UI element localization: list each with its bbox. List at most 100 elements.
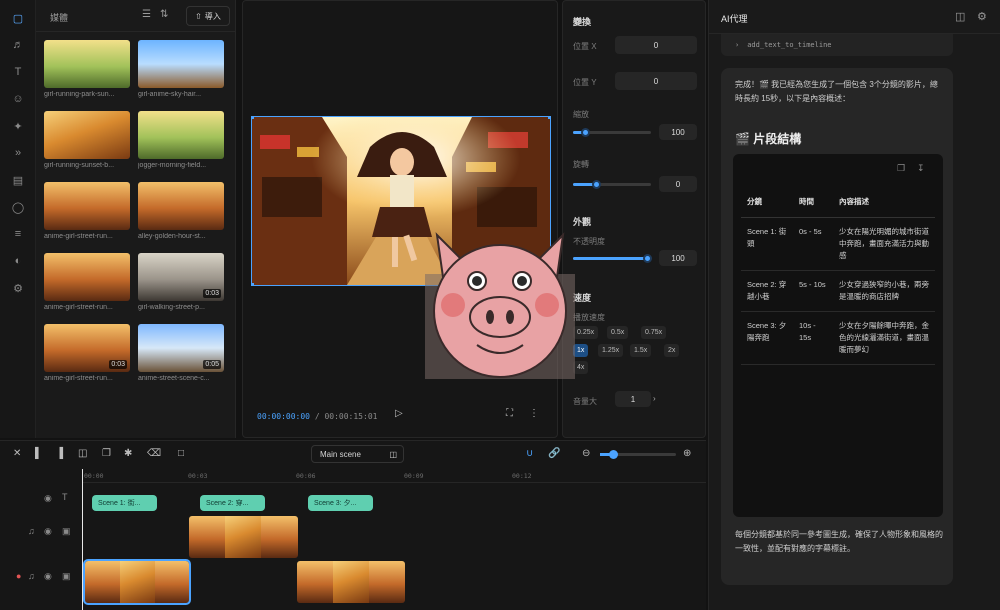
properties-panel: 變換 位置 X 0 位置 Y 0 縮放 100 旋轉 0 外觀 不透明度 100… <box>562 0 706 438</box>
speed-option[interactable]: 0.25x <box>573 326 599 339</box>
chevron-right-icon[interactable]: › <box>653 394 656 403</box>
media-thumbnail <box>44 111 130 159</box>
download-icon[interactable]: ↧ <box>917 163 925 174</box>
import-button[interactable]: ⇧ 導入 <box>186 6 230 26</box>
agent-header: AI代理 ◫ ⚙ <box>709 0 1000 34</box>
settings-icon[interactable]: ⚙ <box>9 279 27 297</box>
media-tile[interactable]: alley-golden-hour-st... <box>138 182 224 240</box>
folder-icon[interactable]: ▢ <box>9 9 27 27</box>
opacity-input[interactable]: 100 <box>659 250 697 266</box>
sort-icon[interactable]: ⇅ <box>160 9 168 20</box>
eye-icon[interactable]: ◉ <box>44 571 52 582</box>
mute-icon[interactable]: ♫ <box>28 526 35 536</box>
pos-y-input[interactable]: 0 <box>615 72 697 90</box>
tool-call-row[interactable]: › add_text_to_timeline <box>721 34 953 56</box>
speed-option[interactable]: 0.5x <box>607 326 629 339</box>
bookmark-icon[interactable]: □ <box>178 448 184 459</box>
text-icon[interactable]: T <box>9 63 27 81</box>
effects-icon[interactable]: ✦ <box>9 117 27 135</box>
close-icon[interactable]: ✕ <box>13 448 21 459</box>
media-filename: girl-running-sunset-b... <box>44 162 115 169</box>
zoom-slider[interactable] <box>600 450 676 459</box>
media-tile[interactable]: anime-girl-street-run... <box>44 253 130 311</box>
lock-icon[interactable]: ▣ <box>62 526 71 537</box>
agent-title: AI代理 <box>721 14 748 24</box>
split-right-icon[interactable]: ▐ <box>56 448 63 459</box>
rotate-input[interactable]: 0 <box>659 176 697 192</box>
opacity-slider[interactable] <box>573 254 653 263</box>
speed-option[interactable]: 0.75x <box>641 326 667 339</box>
adjust-icon[interactable]: ≡ <box>9 225 27 243</box>
delete-icon[interactable]: ⌫ <box>147 448 161 459</box>
lock-icon[interactable]: ▣ <box>62 571 71 582</box>
media-tile[interactable]: 0:03 anime-girl-street-run... <box>44 324 130 382</box>
gear-icon[interactable]: ⚙ <box>977 10 987 23</box>
scale-input[interactable]: 100 <box>659 124 697 140</box>
fullscreen-icon[interactable]: ⛶ <box>506 408 513 419</box>
speed-option[interactable]: 1.5x <box>630 344 652 357</box>
playhead[interactable] <box>82 469 83 610</box>
resize-handle[interactable] <box>252 283 254 285</box>
duration-badge: 0:03 <box>203 289 221 298</box>
transition-icon[interactable]: » <box>9 144 27 162</box>
sticker-icon[interactable]: ☺ <box>9 90 27 108</box>
mute-icon[interactable]: ♫ <box>28 571 35 581</box>
duration-badge: 0:03 <box>109 360 127 369</box>
copy-icon[interactable]: ❐ <box>897 163 905 174</box>
media-tile[interactable]: jogger-morning-field... <box>138 111 224 169</box>
history-icon[interactable]: ◫ <box>955 10 965 23</box>
video-clip[interactable] <box>297 561 405 603</box>
ai-agent-panel: AI代理 ◫ ⚙ › add_text_to_timeline 完成！🎬 我已經… <box>708 0 1000 610</box>
audio-icon[interactable]: ♬ <box>9 36 27 54</box>
zoom-in-icon[interactable]: ⊕ <box>683 448 691 459</box>
speed-option[interactable]: 2x <box>664 344 680 357</box>
media-tile[interactable]: 0:05 anime-street-scene-c... <box>138 324 224 382</box>
pos-x-input[interactable]: 0 <box>615 36 697 54</box>
media-tile[interactable]: girl-running-park-sun... <box>44 40 130 98</box>
media-thumbnail: 0:05 <box>138 324 224 372</box>
timeline-panel: ✕ ▌ ▐ ◫ ❐ ✱ ⌫ □ Main scene ◫ ∪ 🔗 ⊖ ⊕ 00:… <box>0 440 706 610</box>
media-tile[interactable]: 0:03 girl-walking-street-p... <box>138 253 224 311</box>
play-icon[interactable]: ▷ <box>395 408 403 419</box>
video-editor-app: ▢ ♬ T ☺ ✦ » ▤ ◯ ≡ ◐ ⚙ 媒體 ☰ ⇅ ⇧ 導入 girl-r… <box>0 0 1000 610</box>
split-icon[interactable]: ◫ <box>78 448 87 459</box>
template-icon[interactable]: ◐ <box>9 252 27 270</box>
scene-table: 分鏡 時間 內容描述 Scene 1: 街頭 0s - 5s 少女在陽光明媚的城… <box>741 184 935 365</box>
caption-icon[interactable]: ▤ <box>9 171 27 189</box>
media-filename: alley-golden-hour-st... <box>138 233 206 240</box>
media-filename: anime-girl-street-run... <box>44 233 113 240</box>
scale-slider[interactable] <box>573 128 651 137</box>
list-view-icon[interactable]: ☰ <box>142 9 151 20</box>
rotate-slider[interactable] <box>573 180 651 189</box>
video-clip[interactable] <box>189 516 298 558</box>
filter-icon[interactable]: ◯ <box>9 198 27 216</box>
duplicate-icon[interactable]: ❐ <box>102 448 111 459</box>
media-tile[interactable]: girl-running-sunset-b... <box>44 111 130 169</box>
split-left-icon[interactable]: ▌ <box>35 448 42 459</box>
scene-selector[interactable]: Main scene ◫ <box>311 445 404 463</box>
speed-option[interactable]: 1.25x <box>598 344 624 357</box>
media-header: 媒體 ☰ ⇅ ⇧ 導入 <box>36 0 236 32</box>
chevron-right-icon: › <box>735 41 740 49</box>
resize-handle[interactable] <box>548 117 550 119</box>
media-tile[interactable]: girl-anime-sky-hair... <box>138 40 224 98</box>
agent-message: 完成！🎬 我已經為您生成了一個包含 3个分鏡的影片，總時長約 15秒，以下是內容… <box>721 68 953 585</box>
subtitle-clip[interactable]: Scene 2: 穿... <box>200 495 265 511</box>
media-tile[interactable]: anime-girl-street-run... <box>44 182 130 240</box>
more-icon[interactable]: ⋮ <box>529 408 539 419</box>
speed-option[interactable]: 1x <box>573 344 589 357</box>
magnet-icon[interactable]: ∪ <box>526 448 533 459</box>
freeze-icon[interactable]: ✱ <box>124 448 132 459</box>
volume-input[interactable]: 1 <box>615 391 651 407</box>
subtitle-clip[interactable]: Scene 3: 夕... <box>308 495 373 511</box>
video-clip-selected[interactable] <box>83 559 191 605</box>
subtitle-clip[interactable]: Scene 1: 街... <box>92 495 157 511</box>
link-icon[interactable]: 🔗 <box>548 448 560 459</box>
media-panel: 媒體 ☰ ⇅ ⇧ 導入 girl-running-park-sun... girl… <box>36 0 236 438</box>
eye-icon[interactable]: ◉ <box>44 526 52 537</box>
time-ruler[interactable]: 00:00 00:03 00:06 00:09 00:12 <box>82 469 706 483</box>
speed-option[interactable]: 4x <box>573 361 589 374</box>
eye-icon[interactable]: ◉ <box>44 493 52 504</box>
zoom-out-icon[interactable]: ⊖ <box>582 448 590 459</box>
resize-handle[interactable] <box>252 117 254 119</box>
